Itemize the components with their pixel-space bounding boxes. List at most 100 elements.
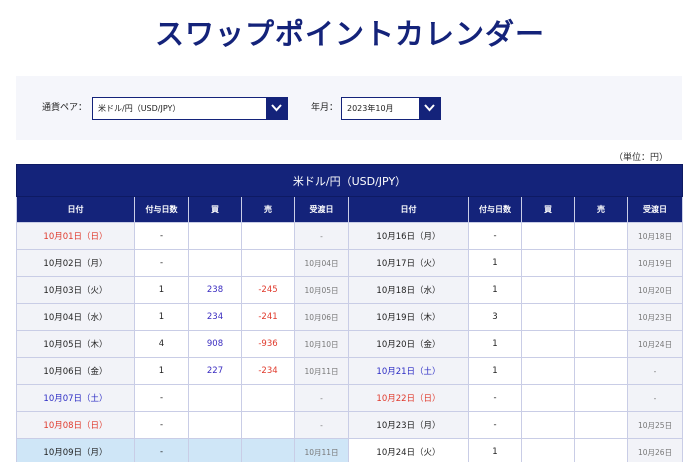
table-row: 10月05日（木） 4 908 -936 10月10日 10月20日（金） 1 …	[16, 330, 684, 358]
days-cell: 1	[468, 330, 522, 358]
table-row: 10月01日（日） - - 10月16日（月） - 10月18日	[16, 222, 684, 250]
delivery-cell: -	[626, 357, 684, 385]
header-delivery-date: 受渡日	[294, 196, 349, 223]
year-month-label: 年月：	[311, 103, 339, 113]
delivery-cell: 10月18日	[626, 222, 684, 250]
buy-cell	[188, 222, 242, 250]
sell-cell	[241, 438, 295, 462]
header-sell: 売	[574, 196, 628, 223]
delivery-cell: 10月26日	[626, 438, 684, 462]
date-cell: 10月17日（火）	[348, 249, 469, 277]
buy-cell: 908	[188, 330, 242, 358]
sell-cell: -241	[241, 303, 295, 331]
header-date: 日付	[16, 196, 135, 223]
buy-cell	[521, 384, 575, 412]
chevron-down-icon[interactable]	[266, 98, 287, 119]
buy-cell: 227	[188, 357, 242, 385]
sell-cell	[574, 357, 628, 385]
date-cell: 10月05日（木）	[16, 330, 135, 358]
date-cell: 10月09日（月）	[16, 438, 135, 462]
delivery-cell: 10月11日	[294, 438, 349, 462]
table-row: 10月06日（金） 1 227 -234 10月11日 10月21日（土） 1 …	[16, 357, 684, 385]
table-row: 10月09日（月） - 10月11日 10月24日（火） 1 10月26日	[16, 438, 684, 462]
days-cell: -	[134, 438, 189, 462]
buy-cell	[521, 276, 575, 304]
buy-cell	[521, 249, 575, 277]
delivery-cell: -	[294, 411, 349, 439]
unit-note: （単位：円）	[613, 153, 668, 163]
days-cell: -	[468, 222, 522, 250]
sell-cell	[574, 411, 628, 439]
buy-cell	[521, 330, 575, 358]
days-cell: 1	[468, 276, 522, 304]
sell-cell	[574, 222, 628, 250]
sell-cell	[574, 330, 628, 358]
days-cell: -	[134, 222, 189, 250]
header-days: 付与日数	[468, 196, 522, 223]
date-cell: 10月03日（火）	[16, 276, 135, 304]
table-row: 10月02日（月） - 10月04日 10月17日（火） 1 10月19日	[16, 249, 684, 277]
currency-pair-label: 通貨ペア：	[42, 103, 88, 113]
sell-cell	[574, 276, 628, 304]
date-cell: 10月18日（水）	[348, 276, 469, 304]
table-row: 10月08日（日） - - 10月23日（月） - 10月25日	[16, 411, 684, 439]
header-sell: 売	[241, 196, 295, 223]
date-cell: 10月07日（土）	[16, 384, 135, 412]
chevron-down-icon[interactable]	[419, 98, 440, 119]
table-row: 10月04日（水） 1 234 -241 10月06日 10月19日（木） 3 …	[16, 303, 684, 331]
days-cell: 1	[468, 357, 522, 385]
buy-cell	[188, 249, 242, 277]
sell-cell	[574, 438, 628, 462]
delivery-cell: 10月24日	[626, 330, 684, 358]
header-date: 日付	[348, 196, 469, 223]
sell-cell: -936	[241, 330, 295, 358]
sell-cell	[574, 384, 628, 412]
delivery-cell: 10月04日	[294, 249, 349, 277]
delivery-cell: 10月25日	[626, 411, 684, 439]
header-delivery-date: 受渡日	[626, 196, 684, 223]
days-cell: 1	[134, 303, 189, 331]
days-cell: 1	[468, 249, 522, 277]
delivery-cell: 10月06日	[294, 303, 349, 331]
date-cell: 10月19日（木）	[348, 303, 469, 331]
currency-pair-select[interactable]: 米ドル/円（USD/JPY）	[92, 97, 288, 120]
delivery-cell: 10月23日	[626, 303, 684, 331]
delivery-cell: 10月11日	[294, 357, 349, 385]
date-cell: 10月22日（日）	[348, 384, 469, 412]
days-cell: -	[468, 411, 522, 439]
buy-cell	[521, 303, 575, 331]
days-cell: -	[134, 249, 189, 277]
delivery-cell: 10月20日	[626, 276, 684, 304]
year-month-value: 2023年10月	[347, 104, 394, 113]
filter-panel: 通貨ペア： 米ドル/円（USD/JPY） 年月： 2023年10月	[16, 76, 682, 140]
table-row: 10月07日（土） - - 10月22日（日） - -	[16, 384, 684, 412]
days-cell: -	[134, 384, 189, 412]
buy-cell	[521, 411, 575, 439]
date-cell: 10月24日（火）	[348, 438, 469, 462]
delivery-cell: 10月05日	[294, 276, 349, 304]
table-row: 10月03日（火） 1 238 -245 10月05日 10月18日（水） 1 …	[16, 276, 684, 304]
days-cell: 1	[134, 357, 189, 385]
days-cell: -	[134, 411, 189, 439]
buy-cell	[188, 411, 242, 439]
delivery-cell: -	[626, 384, 684, 412]
date-cell: 10月04日（水）	[16, 303, 135, 331]
sell-cell: -245	[241, 276, 295, 304]
header-buy: 買	[188, 196, 242, 223]
date-cell: 10月21日（土）	[348, 357, 469, 385]
sell-cell	[241, 249, 295, 277]
date-cell: 10月20日（金）	[348, 330, 469, 358]
date-cell: 10月01日（日）	[16, 222, 135, 250]
days-cell: 4	[134, 330, 189, 358]
buy-cell	[521, 357, 575, 385]
days-cell: 1	[134, 276, 189, 304]
sell-cell	[574, 249, 628, 277]
header-days: 付与日数	[134, 196, 189, 223]
date-cell: 10月08日（日）	[16, 411, 135, 439]
currency-pair-value: 米ドル/円（USD/JPY）	[98, 104, 181, 113]
buy-cell	[521, 222, 575, 250]
buy-cell	[521, 438, 575, 462]
days-cell: -	[468, 384, 522, 412]
year-month-select[interactable]: 2023年10月	[341, 97, 441, 120]
date-cell: 10月23日（月）	[348, 411, 469, 439]
